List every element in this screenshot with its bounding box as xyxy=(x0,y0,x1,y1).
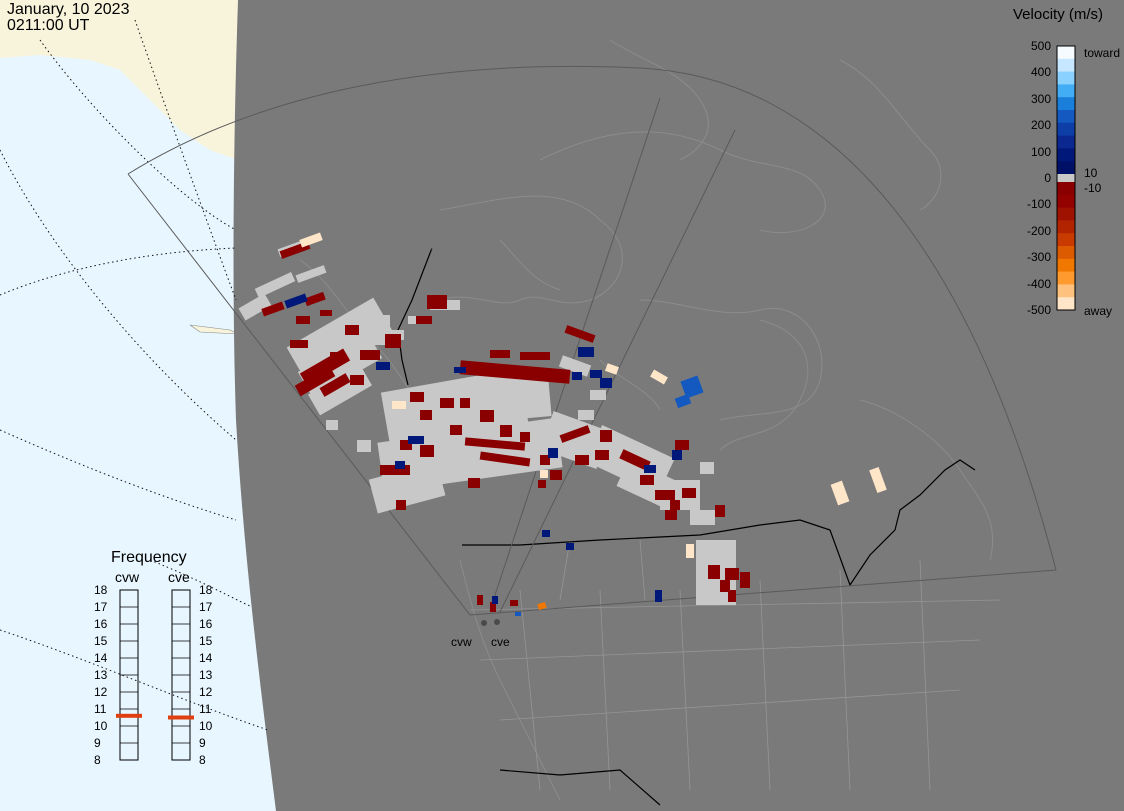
radar-site-cve xyxy=(494,619,500,625)
frequency-level-label-cvw: 11 xyxy=(94,702,107,716)
time-label: 0211:00 UT xyxy=(7,17,90,34)
colorbar-segment xyxy=(1057,194,1075,209)
cve-column-label: cve xyxy=(168,569,190,585)
cvw-column-label: cvw xyxy=(115,569,140,585)
velocity-colorbar xyxy=(1056,45,1076,311)
date-label: January, 10 2023 xyxy=(7,1,130,18)
colorbar-segment xyxy=(1057,258,1075,273)
colorbar-tick-label: 300 xyxy=(1030,91,1051,106)
map-canvas xyxy=(0,0,1124,811)
colorbar-segment xyxy=(1057,161,1075,175)
frequency-level-label-cvw: 10 xyxy=(94,719,108,733)
colorbar-segment xyxy=(1057,46,1075,60)
frequency-level-label-cve: 12 xyxy=(199,685,213,699)
frequency-level-label-cve: 10 xyxy=(199,719,213,733)
colorbar-tick-label: -400 xyxy=(1026,276,1051,291)
frequency-level-label-cve: 18 xyxy=(199,583,213,597)
frequency-level-label-cve: 8 xyxy=(199,753,206,767)
colorbar-tick-label: 200 xyxy=(1030,118,1051,133)
colorbar-segment xyxy=(1057,122,1075,137)
cvw-frequency-marker xyxy=(116,713,142,718)
colorbar-segment xyxy=(1057,271,1075,285)
frequency-level-label-cvw: 9 xyxy=(94,736,101,750)
radar-label-cve: cve xyxy=(491,635,510,649)
colorbar-tick-label: -200 xyxy=(1026,223,1051,238)
frequency-level-label-cve: 15 xyxy=(199,634,213,648)
frequency-level-label-cvw: 18 xyxy=(94,583,108,597)
colorbar-segment xyxy=(1057,233,1075,247)
colorbar-tick-label: 400 xyxy=(1030,65,1051,80)
radar-label-cvw: cvw xyxy=(451,635,472,649)
frequency-level-label-cve: 11 xyxy=(199,702,212,716)
colorbar-groundscatter-band xyxy=(1057,174,1075,182)
colorbar-segment xyxy=(1057,246,1075,260)
colorbar-segment xyxy=(1057,58,1075,73)
frequency-level-label-cve: 17 xyxy=(199,600,213,614)
frequency-level-label-cvw: 14 xyxy=(94,651,108,665)
away-label: away xyxy=(1084,304,1113,318)
colorbar-segment xyxy=(1057,148,1075,162)
frequency-level-label-cvw: 16 xyxy=(94,617,108,631)
colorbar-segment xyxy=(1057,220,1075,234)
superdarn-velocity-map: January, 10 2023 0211:00 UT Velocity (m/… xyxy=(0,0,1124,811)
frequency-level-label-cve: 13 xyxy=(199,668,213,682)
colorbar-title: Velocity (m/s) xyxy=(1013,6,1104,23)
frequency-level-label-cvw: 12 xyxy=(94,685,108,699)
colorbar-segment xyxy=(1057,284,1075,298)
cve-frequency-marker xyxy=(168,715,194,720)
colorbar-tick-label: -100 xyxy=(1026,197,1051,212)
frequency-level-label-cvw: 13 xyxy=(94,668,108,682)
frequency-level-label-cvw: 17 xyxy=(94,600,108,614)
colorbar-segment xyxy=(1057,297,1075,311)
colorbar-tick-label: 500 xyxy=(1030,39,1051,53)
radar-site-cvw xyxy=(481,620,487,626)
neg-threshold-label: -10 xyxy=(1084,181,1102,195)
colorbar-tick-label: 0 xyxy=(1044,171,1051,185)
frequency-title: Frequency xyxy=(111,549,187,566)
colorbar-segment xyxy=(1057,71,1075,85)
frequency-level-label-cve: 14 xyxy=(199,651,213,665)
colorbar-tick-label: -500 xyxy=(1026,303,1051,317)
frequency-level-label-cvw: 15 xyxy=(94,634,108,648)
colorbar-segment xyxy=(1057,207,1075,221)
frequency-level-label-cve: 16 xyxy=(199,617,213,631)
frequency-level-label-cve: 9 xyxy=(199,736,206,750)
colorbar-segment xyxy=(1057,182,1075,196)
colorbar-segment xyxy=(1057,135,1075,149)
pos-threshold-label: 10 xyxy=(1084,166,1098,180)
colorbar-segment xyxy=(1057,84,1075,98)
colorbar-segment xyxy=(1057,110,1075,124)
frequency-level-label-cvw: 8 xyxy=(94,753,101,767)
colorbar-tick-label: -300 xyxy=(1026,250,1051,265)
colorbar-segment xyxy=(1057,97,1075,111)
colorbar-tick-label: 100 xyxy=(1030,144,1051,159)
toward-label: toward xyxy=(1084,46,1121,60)
